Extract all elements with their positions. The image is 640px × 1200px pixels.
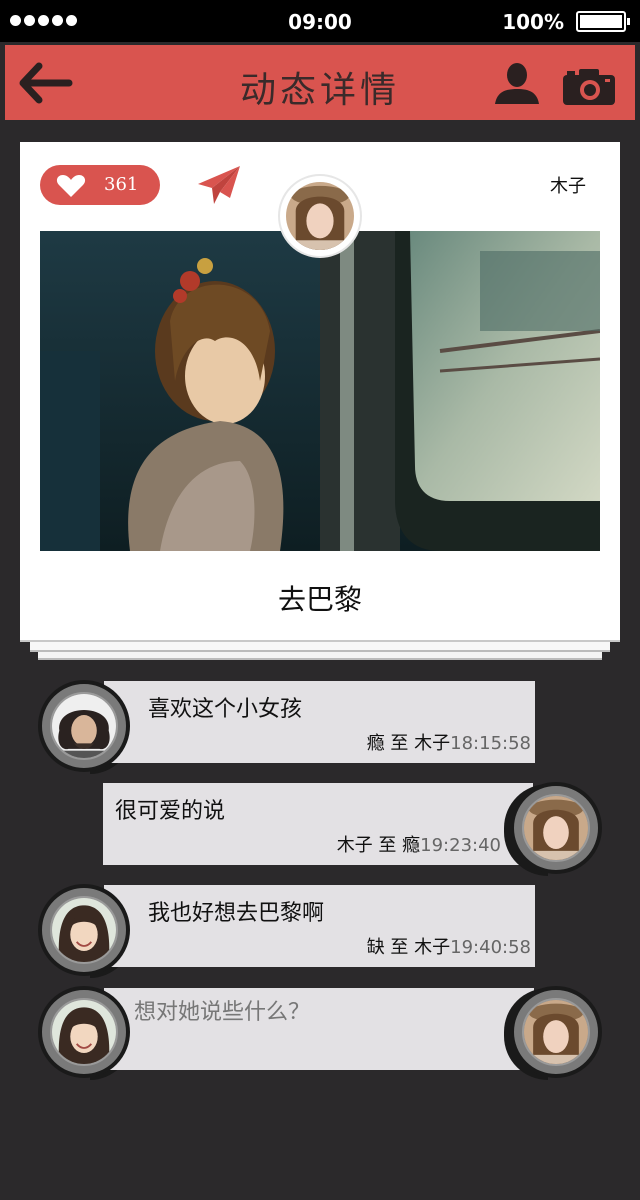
comment-meta: 木子 至 瘾19:23:40 [337,831,501,857]
comment-text: 喜欢这个小女孩 [148,697,303,722]
comment-conj: 至 [378,835,397,856]
comment-to[interactable]: 木子 [414,733,450,754]
comment-conj: 至 [390,937,409,958]
profile-icon[interactable] [493,62,541,106]
comment-item: 喜欢这个小女孩 瘾 至 木子18:15:58 [104,681,535,763]
comment-from[interactable]: 瘾 [367,733,385,754]
commenter-avatar[interactable] [38,680,130,772]
comment-time: 19:23:40 [420,835,501,856]
paper-plane-icon[interactable] [196,164,242,206]
comment-meta: 缺 至 木子19:40:58 [367,933,531,959]
avatar-image [522,998,590,1066]
post-photo[interactable] [40,231,600,551]
author-avatar[interactable] [278,174,362,258]
avatar-image [50,998,118,1066]
my-avatar[interactable] [38,986,130,1078]
comment-to[interactable]: 瘾 [402,835,420,856]
avatar-image [50,896,118,964]
comment-item: 我也好想去巴黎啊 缺 至 木子19:40:58 [104,885,535,967]
heart-icon [56,175,86,197]
comment-input[interactable] [134,988,514,1032]
camera-icon[interactable] [563,69,615,105]
comment-to[interactable]: 木子 [414,937,450,958]
battery-icon [576,11,630,32]
like-button[interactable]: 361 [40,165,160,205]
nav-bar: 动态详情 [5,45,635,120]
status-bar: 09:00 100% [0,0,640,42]
post-card: 361 木子 去巴黎 [20,142,620,642]
comment-text: 很可爱的说 [115,799,226,824]
like-count: 361 [104,174,139,195]
recipient-avatar[interactable] [510,986,602,1078]
author-name[interactable]: 木子 [550,172,586,198]
avatar-image [286,182,354,250]
commenter-avatar[interactable] [510,782,602,874]
commenter-avatar[interactable] [38,884,130,976]
comment-text: 我也好想去巴黎啊 [148,901,325,926]
comment-meta: 瘾 至 木子18:15:58 [367,729,531,755]
comment-composer [104,988,534,1070]
comment-item: 很可爱的说 木子 至 瘾19:23:40 [103,783,533,865]
comment-from[interactable]: 缺 [367,937,385,958]
avatar-image [522,794,590,862]
post-caption: 去巴黎 [277,583,362,616]
comment-time: 19:40:58 [450,937,531,958]
avatar-image [50,692,118,760]
comment-conj: 至 [390,733,409,754]
comment-time: 18:15:58 [450,733,531,754]
battery-percent: 100% [502,10,564,34]
comment-from[interactable]: 木子 [337,835,373,856]
